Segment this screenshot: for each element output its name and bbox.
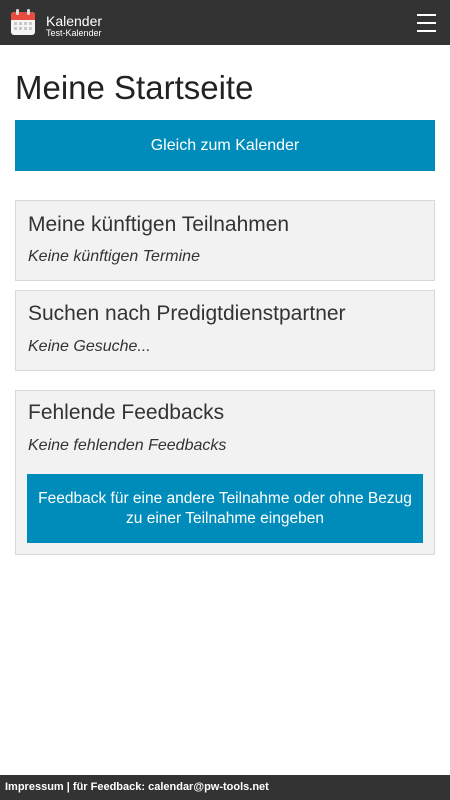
panel-empty-text: Keine fehlenden Feedbacks	[28, 437, 227, 454]
impressum-link[interactable]: Impressum	[5, 781, 64, 793]
calendar-icon[interactable]	[10, 8, 36, 36]
menu-bar-line	[417, 22, 436, 24]
enter-feedback-button[interactable]: Feedback für eine andere Teilnahme oder …	[27, 474, 423, 543]
upcoming-participations-panel: Meine künftigen Teilnahmen Keine künftig…	[15, 200, 435, 281]
brand[interactable]: Kalender Test-Kalender	[46, 13, 102, 38]
menu-bar-line	[417, 30, 436, 32]
go-to-calendar-button[interactable]: Gleich zum Kalender	[15, 120, 435, 171]
footer: Impressum | für Feedback: calendar@pw-to…	[0, 775, 450, 800]
top-navbar: Kalender Test-Kalender	[0, 0, 450, 45]
missing-feedbacks-panel: Fehlende Feedbacks Keine fehlenden Feedb…	[15, 390, 435, 555]
app-title[interactable]: Kalender	[46, 13, 102, 29]
panel-title: Fehlende Feedbacks	[28, 401, 225, 424]
panel-title: Meine künftigen Teilnahmen	[28, 213, 290, 236]
panel-title: Suchen nach Predigtdienstpartner	[28, 302, 346, 325]
menu-bar-line	[417, 14, 436, 16]
footer-feedback-contact: für Feedback: calendar@pw-tools.net	[72, 781, 269, 793]
hamburger-menu-icon[interactable]	[414, 11, 440, 35]
footer-separator: |	[63, 781, 73, 793]
panel-empty-text: Keine Gesuche...	[28, 338, 151, 355]
panel-empty-text: Keine künftigen Termine	[28, 248, 200, 265]
app-subtitle[interactable]: Test-Kalender	[46, 29, 102, 38]
page-title: Meine Startseite	[15, 69, 254, 106]
preaching-partner-search-panel: Suchen nach Predigtdienstpartner Keine G…	[15, 290, 435, 371]
